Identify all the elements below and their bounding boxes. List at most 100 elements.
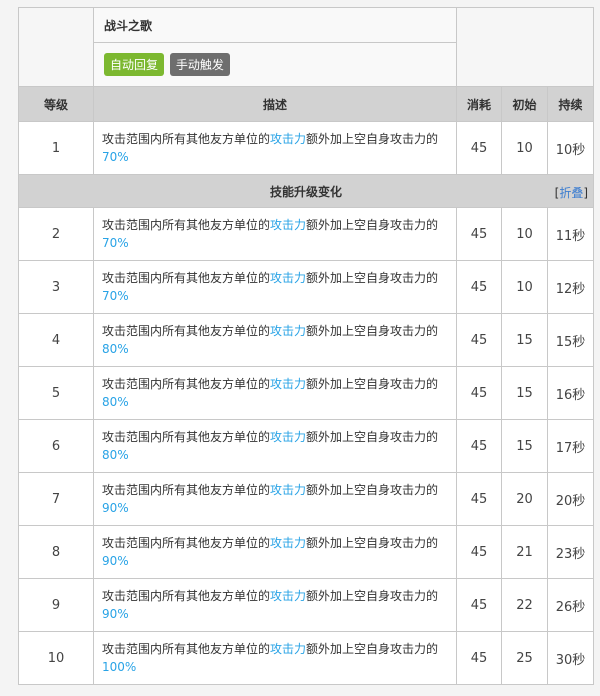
cost-cell: 45 (456, 631, 502, 685)
initial-cell: 15 (501, 366, 548, 420)
column-header-row: 等级 描述 消耗 初始 持续 (18, 86, 595, 122)
duration-cell: 16秒 (546, 366, 595, 420)
initial-cell: 10 (501, 207, 548, 261)
table-row: 1 攻击范围内所有其他友方单位的攻击力额外加上空自身攻击力的70% 45 10 … (18, 121, 595, 175)
duration-cell: 20秒 (546, 472, 595, 526)
level-cell: 5 (18, 366, 94, 420)
percent-value: 90% (102, 607, 129, 621)
table-row: 2 攻击范围内所有其他友方单位的攻击力额外加上空自身攻击力的70% 45 10 … (18, 207, 595, 261)
description-cell: 攻击范围内所有其他友方单位的攻击力额外加上空自身攻击力的 100% (93, 631, 457, 685)
level-cell: 9 (18, 578, 94, 632)
percent-value: 70% (102, 150, 129, 164)
skill-table: 战斗之歌 自动回复 手动触发 等级 描述 消耗 初始 持续 1 攻击范围内所有其… (17, 7, 595, 685)
desc-prefix: 攻击范围内所有其他友方单位的 (102, 642, 271, 656)
header-desc: 描述 (93, 86, 457, 122)
percent-value: 70% (102, 289, 129, 303)
desc-prefix: 攻击范围内所有其他友方单位的 (102, 589, 271, 603)
desc-middle: 额外加上空自身攻击力的 (306, 271, 439, 285)
collapse-link[interactable]: 折叠 (559, 186, 583, 200)
initial-cell: 25 (501, 631, 548, 685)
percent-value: 70% (102, 236, 129, 250)
attack-highlight: 攻击力 (270, 483, 307, 497)
desc-middle: 额外加上空自身攻击力的 (306, 483, 439, 497)
header-cost: 消耗 (456, 86, 502, 122)
corner-blank (18, 7, 94, 87)
description-cell: 攻击范围内所有其他友方单位的攻击力额外加上空自身攻击力的 90% (93, 578, 457, 632)
initial-cell: 21 (501, 525, 548, 579)
duration-cell: 26秒 (546, 578, 595, 632)
duration-cell: 12秒 (546, 260, 595, 314)
desc-middle: 额外加上空自身攻击力的 (306, 536, 439, 550)
description-cell: 攻击范围内所有其他友方单位的攻击力额外加上空自身攻击力的 90% (93, 525, 457, 579)
initial-cell: 20 (501, 472, 548, 526)
desc-prefix: 攻击范围内所有其他友方单位的 (102, 536, 271, 550)
attack-highlight: 攻击力 (270, 642, 307, 656)
cost-cell: 45 (456, 578, 502, 632)
desc-prefix: 攻击范围内所有其他友方单位的 (102, 271, 271, 285)
header-initial: 初始 (501, 86, 548, 122)
percent-value: 90% (102, 554, 129, 568)
cost-cell: 45 (456, 472, 502, 526)
table-row: 3 攻击范围内所有其他友方单位的攻击力额外加上空自身攻击力的70% 45 10 … (18, 260, 595, 314)
desc-prefix: 攻击范围内所有其他友方单位的 (102, 324, 271, 338)
skill-panel: 战斗之歌 自动回复 手动触发 等级 描述 消耗 初始 持续 1 攻击范围内所有其… (17, 7, 595, 685)
description-cell: 攻击范围内所有其他友方单位的攻击力额外加上空自身攻击力的 70% (93, 260, 457, 314)
cost-cell: 45 (456, 525, 502, 579)
initial-cell: 15 (501, 313, 548, 367)
initial-cell: 10 (501, 121, 548, 175)
description-cell: 攻击范围内所有其他友方单位的攻击力额外加上空自身攻击力的 90% (93, 472, 457, 526)
header-blank (455, 7, 595, 87)
header-level: 等级 (18, 86, 94, 122)
table-row: 4 攻击范围内所有其他友方单位的攻击力额外加上空自身攻击力的80% 45 15 … (18, 313, 595, 367)
collapse-toggle: [折叠] (554, 186, 589, 200)
attack-highlight: 攻击力 (270, 218, 307, 232)
level-cell: 8 (18, 525, 94, 579)
tag-manual-trigger: 手动触发 (169, 53, 230, 76)
header-duration: 持续 (546, 86, 595, 122)
percent-value: 80% (102, 395, 129, 409)
duration-cell: 17秒 (546, 419, 595, 473)
initial-cell: 10 (501, 260, 548, 314)
desc-prefix: 攻击范围内所有其他友方单位的 (102, 483, 271, 497)
description-cell: 攻击范围内所有其他友方单位的攻击力额外加上空自身攻击力的 70% (93, 121, 457, 175)
cost-cell: 45 (456, 419, 502, 473)
duration-cell: 15秒 (546, 313, 595, 367)
duration-cell: 11秒 (546, 207, 595, 261)
cost-cell: 45 (456, 207, 502, 261)
desc-middle: 额外加上空自身攻击力的 (306, 218, 439, 232)
level-cell: 1 (18, 121, 94, 175)
table-row: 8 攻击范围内所有其他友方单位的攻击力额外加上空自身攻击力的90% 45 21 … (18, 525, 595, 579)
desc-prefix: 攻击范围内所有其他友方单位的 (102, 430, 271, 444)
level-cell: 4 (18, 313, 94, 367)
tag-auto-recover: 自动回复 (104, 53, 165, 76)
desc-middle: 额外加上空自身攻击力的 (306, 589, 439, 603)
level-cell: 6 (18, 419, 94, 473)
attack-highlight: 攻击力 (270, 430, 307, 444)
attack-highlight: 攻击力 (270, 589, 307, 603)
cost-cell: 45 (456, 366, 502, 420)
attack-highlight: 攻击力 (270, 324, 307, 338)
duration-cell: 23秒 (546, 525, 595, 579)
description-cell: 攻击范围内所有其他友方单位的攻击力额外加上空自身攻击力的 70% (93, 207, 457, 261)
desc-prefix: 攻击范围内所有其他友方单位的 (102, 132, 271, 146)
skill-tags: 自动回复 手动触发 (93, 42, 457, 87)
cost-cell: 45 (456, 121, 502, 175)
table-row: 6 攻击范围内所有其他友方单位的攻击力额外加上空自身攻击力的80% 45 15 … (18, 419, 595, 473)
table-row: 9 攻击范围内所有其他友方单位的攻击力额外加上空自身攻击力的90% 45 22 … (18, 578, 595, 632)
upgrade-title: 技能升级变化 (270, 184, 343, 199)
table-row: 5 攻击范围内所有其他友方单位的攻击力额外加上空自身攻击力的80% 45 15 … (18, 366, 595, 420)
initial-cell: 15 (501, 419, 548, 473)
level-cell: 2 (18, 207, 94, 261)
percent-value: 80% (102, 448, 129, 462)
description-cell: 攻击范围内所有其他友方单位的攻击力额外加上空自身攻击力的 80% (93, 313, 457, 367)
cost-cell: 45 (456, 260, 502, 314)
desc-middle: 额外加上空自身攻击力的 (306, 324, 439, 338)
level-cell: 10 (18, 631, 94, 685)
level-cell: 7 (18, 472, 94, 526)
desc-middle: 额外加上空自身攻击力的 (306, 642, 439, 656)
level-cell: 3 (18, 260, 94, 314)
desc-middle: 额外加上空自身攻击力的 (306, 132, 439, 146)
duration-cell: 30秒 (546, 631, 595, 685)
table-row: 7 攻击范围内所有其他友方单位的攻击力额外加上空自身攻击力的90% 45 20 … (18, 472, 595, 526)
skill-name: 战斗之歌 (93, 7, 457, 43)
